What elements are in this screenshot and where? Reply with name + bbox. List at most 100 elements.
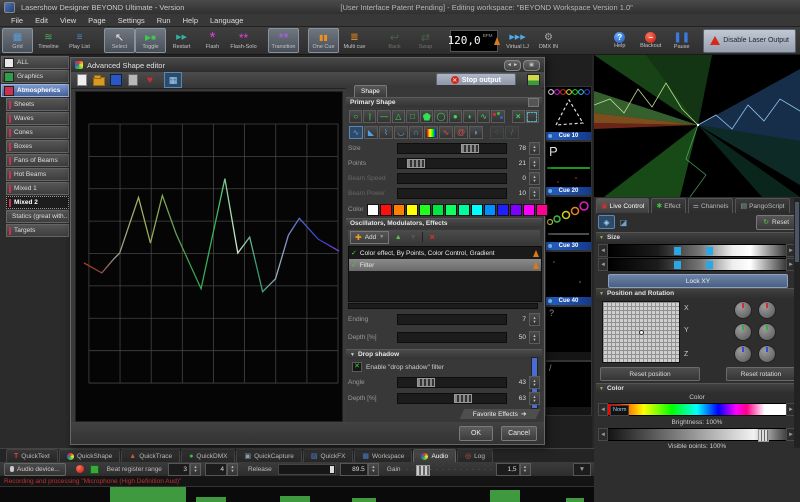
color-swatch[interactable]	[432, 204, 444, 216]
shape-icon-circle[interactable]: ○	[349, 110, 362, 123]
delete-effect-button[interactable]: ×	[426, 232, 438, 243]
shape-icon-gradient[interactable]	[424, 126, 438, 139]
sidebar-item-atmospherics[interactable]: Atmospherics	[1, 84, 69, 97]
record-button[interactable]	[76, 465, 84, 473]
save-icon[interactable]	[110, 74, 122, 86]
tab-quicktext[interactable]: TQuickText	[6, 449, 58, 462]
release-slider[interactable]	[278, 464, 336, 475]
shape-icon-droplet[interactable]: ◗	[469, 126, 483, 139]
tab-pangoscript[interactable]: ▤PangoScript	[735, 198, 789, 213]
slider-left-cap[interactable]: ◄	[598, 244, 608, 257]
tab-quickcapture[interactable]: ▣QuickCapture	[236, 449, 301, 462]
rotation-knob-z[interactable]	[734, 345, 752, 363]
rotation-knob-y[interactable]	[758, 323, 776, 341]
color-swatch[interactable]	[497, 204, 509, 216]
cancel-button[interactable]: Cancel	[501, 426, 537, 441]
new-file-icon[interactable]	[76, 74, 88, 86]
slider-thumb[interactable]	[461, 144, 479, 153]
scrollbar-thumb[interactable]	[795, 202, 799, 262]
tab-log[interactable]: ◎Log	[457, 449, 493, 462]
tab-effect[interactable]: ✱Effect	[651, 198, 685, 213]
sidebar-item-cones[interactable]: Cones	[6, 126, 69, 139]
toolbar-button-pause[interactable]: ❚❚ Pause	[666, 28, 697, 53]
lock-xy-button[interactable]: Lock XY	[608, 274, 788, 288]
dialog-next-button[interactable]: ▣	[523, 60, 540, 71]
color-swatch[interactable]	[380, 204, 392, 216]
sidebar-item-sheets[interactable]: Sheets	[6, 98, 69, 111]
position-rotation-section-header[interactable]: ▼ Position and Rotation	[596, 288, 798, 298]
color-swatch[interactable]	[445, 204, 457, 216]
cue-cell-cue-10[interactable]: Cue 10	[545, 86, 592, 141]
toolbar-button-swap[interactable]: ⇄Swap	[410, 28, 441, 53]
size-y-slider[interactable]: ◄ ►	[598, 258, 796, 271]
shape-icon-square[interactable]: □	[406, 110, 419, 123]
shape-canvas[interactable]	[75, 91, 343, 422]
beat-low-stepper[interactable]: ▲▼	[190, 463, 201, 476]
beat-high-value[interactable]: 4	[205, 463, 227, 476]
slider-stepper[interactable]: ▲▼	[529, 392, 540, 405]
slider-stepper[interactable]: ▲▼	[529, 187, 540, 200]
slider-track-beam-power[interactable]	[397, 188, 507, 199]
favorite-effects-tab[interactable]: Favorite Effects ➔	[460, 409, 540, 419]
rotation-knob-z[interactable]	[758, 345, 776, 363]
dialog-title-bar[interactable]: Advanced Shape editor ◄ ► ▣	[71, 58, 544, 72]
color-slider[interactable]: ◄ Norm ►	[598, 403, 796, 416]
tab-audio[interactable]: Audio	[413, 449, 456, 462]
toolbar-button-flash[interactable]: *Flash	[197, 28, 228, 53]
effect-row-filter[interactable]: ✓Filter	[349, 259, 541, 271]
splitter[interactable]	[348, 303, 538, 309]
reset-button[interactable]: ↻ Reset	[756, 215, 796, 230]
slider-track-depth-1[interactable]	[397, 332, 507, 343]
color-swatch[interactable]	[458, 204, 470, 216]
beam-tool-button[interactable]: ◈	[598, 215, 615, 229]
gain-slider[interactable]	[406, 469, 492, 470]
slider-stepper[interactable]: ▲▼	[529, 313, 540, 326]
collapse-button[interactable]	[528, 98, 539, 107]
slider-track-points[interactable]	[397, 158, 507, 169]
menu-page[interactable]: Page	[83, 15, 111, 26]
menu-view[interactable]: View	[55, 15, 81, 26]
rotation-knob-x[interactable]	[734, 301, 752, 319]
toolbar-button-dmx-in[interactable]: ⚙ DMX IN	[533, 28, 564, 53]
add-effect-button[interactable]: ✚ Add ▼	[350, 231, 389, 244]
bpm-display[interactable]: 120,0 BPM	[450, 30, 498, 52]
slider-stepper[interactable]: ▲▼	[529, 142, 540, 155]
size-section-header[interactable]: ▼ Size	[596, 232, 798, 242]
cue-cell-empty[interactable]: /	[545, 361, 592, 416]
toolbar-button-multi-cue[interactable]: ≣Multi cue	[339, 28, 370, 53]
tab-live-control[interactable]: ▣Live Control	[596, 198, 649, 213]
slider-left-cap[interactable]: ◄	[598, 403, 608, 416]
monitor-button[interactable]	[90, 465, 99, 474]
slider-thumb[interactable]	[407, 159, 425, 168]
shape-icon-wave-small[interactable]: ⌇	[379, 126, 393, 139]
color-swatch[interactable]	[367, 204, 379, 216]
gain-stepper[interactable]: ▲▼	[520, 463, 531, 476]
paste-icon[interactable]	[127, 74, 139, 86]
reset-position-button[interactable]: Reset position	[600, 367, 700, 381]
slider-stepper[interactable]: ▲▼	[529, 172, 540, 185]
shape-icon-spiral[interactable]: @	[454, 126, 468, 139]
menu-file[interactable]: File	[6, 15, 28, 26]
toolbar-button-flash-solo[interactable]: **Flash-Solo	[228, 28, 259, 53]
shape-icon-horizontal-line[interactable]: —	[377, 110, 390, 123]
shape-icon-wave-red[interactable]: ∿	[439, 126, 453, 139]
reset-rotation-button[interactable]: Reset rotation	[726, 367, 796, 381]
shape-icon-ring[interactable]: ◯	[434, 110, 447, 123]
checkbox[interactable]: ✕	[352, 362, 362, 372]
color-swatch[interactable]	[484, 204, 496, 216]
shape-icon-scatter[interactable]	[491, 110, 504, 123]
ok-button[interactable]: OK	[459, 426, 493, 441]
shape-icon-arc[interactable]: ◡	[394, 126, 408, 139]
rotation-knob-x[interactable]	[758, 301, 776, 319]
sidebar-item-statics-great-with[interactable]: Statics (great with...	[6, 210, 69, 223]
slider-thumb[interactable]	[758, 429, 769, 442]
shape-icon-line-dim[interactable]: /	[505, 126, 519, 139]
rotation-knob-y[interactable]	[734, 323, 752, 341]
tab-workspace[interactable]: ▦Workspace	[354, 449, 412, 462]
slider-thumb[interactable]	[330, 466, 334, 473]
slider-stepper[interactable]: ▲▼	[529, 157, 540, 170]
sidebar-item-mixed-1[interactable]: Mixed 1	[6, 182, 69, 195]
grid-toggle-button[interactable]: ▦	[164, 72, 182, 88]
tab-quicktrace[interactable]: ▲QuickTrace	[121, 449, 180, 462]
shape-icon-crown[interactable]: ∩	[409, 126, 423, 139]
